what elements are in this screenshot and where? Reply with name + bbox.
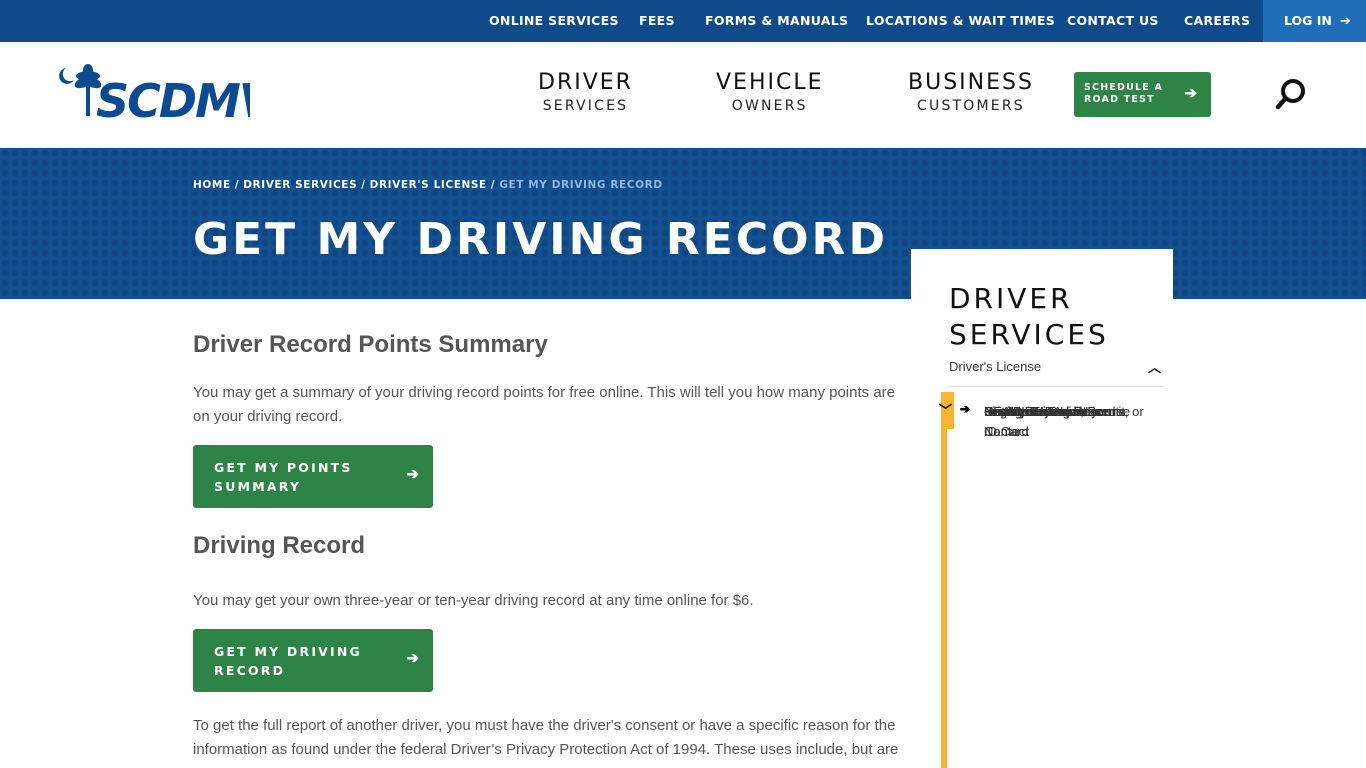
nav-driver-line2: SERVICES	[542, 98, 629, 114]
sidebar-accent-rail	[941, 392, 947, 768]
login-label: LOG IN	[1284, 13, 1332, 28]
login-button[interactable]: LOG IN ➔	[1263, 0, 1366, 42]
arrow-right-icon: ➔	[406, 650, 419, 667]
chevron-up-icon[interactable]: ︿	[1148, 357, 1161, 376]
breadcrumb-driver-services[interactable]: DRIVER SERVICES	[243, 179, 357, 191]
points-summary-text: You may get a summary of your driving re…	[193, 384, 895, 425]
points-button-label: GET MY POINTS SUMMARY	[214, 458, 353, 496]
breadcrumb-current: GET MY DRIVING RECORD	[499, 179, 663, 191]
nav-business-line1: BUSINESS	[908, 70, 1034, 95]
schedule-label: SCHEDULE A ROAD TEST	[1084, 82, 1163, 106]
nav-vehicle-line2: OWNERS	[731, 98, 808, 114]
points-summary-heading: Driver Record Points Summary	[193, 331, 548, 358]
arrow-right-icon: ➔	[406, 466, 419, 483]
get-points-summary-button[interactable]: GET MY POINTS SUMMARY ➔	[193, 445, 433, 508]
search-icon	[1275, 79, 1305, 110]
nav-driver-services[interactable]: DRIVER SERVICES	[538, 70, 633, 115]
topnav-forms-manuals[interactable]: FORMS & MANUALS	[705, 0, 848, 42]
sidebar-parent-label: Driver's License	[949, 359, 1042, 374]
search-button[interactable]	[1273, 76, 1309, 112]
driver-services-sidebar: DRIVER SERVICES Driver's License ︿ ➔ Beg…	[911, 249, 1173, 768]
nav-vehicle-owners[interactable]: VEHICLE OWNERS	[716, 70, 824, 115]
schedule-label-line2: ROAD TEST	[1084, 94, 1155, 105]
record-button-line1: GET MY DRIVING	[214, 644, 363, 659]
nav-vehicle-line1: VEHICLE	[716, 70, 824, 95]
schedule-road-test-button[interactable]: SCHEDULE A ROAD TEST ➔	[1074, 72, 1211, 117]
nav-driver-line1: DRIVER	[538, 70, 633, 95]
breadcrumb: HOME / DRIVER SERVICES / DRIVER'S LICENSE / GE…	[193, 179, 663, 191]
driving-record-text: You may get your own three-year or ten-y…	[193, 592, 754, 609]
breadcrumb-home[interactable]: HOME	[193, 179, 231, 191]
page-title: GET MY DRIVING RECORD	[193, 214, 888, 265]
nav-business-customers[interactable]: BUSINESS CUSTOMERS	[908, 70, 1034, 115]
get-driving-record-button[interactable]: GET MY DRIVING RECORD ➔	[193, 629, 433, 692]
logo-text: SCDMV	[96, 74, 250, 122]
arrow-right-icon: ➔	[960, 402, 971, 416]
sidebar-title-line2: SERVICES	[949, 318, 1109, 351]
topnav-contact-us[interactable]: CONTACT US	[1067, 0, 1159, 42]
other-driver-text: To get the full report of another driver…	[193, 717, 899, 758]
schedule-label-line1: SCHEDULE A	[1084, 82, 1164, 93]
site-header: SCDMV DRIVER SERVICES VEHICLE OWNERS BUS…	[0, 42, 1366, 148]
topnav-careers[interactable]: CAREERS	[1184, 0, 1250, 42]
topnav-fees[interactable]: FEES	[639, 0, 675, 42]
scdmv-logo[interactable]: SCDMV	[54, 62, 280, 128]
topnav-online-services[interactable]: ONLINE SERVICES	[489, 0, 619, 42]
chevron-down-icon[interactable]: ﹀	[939, 400, 952, 419]
breadcrumb-drivers-license[interactable]: DRIVER'S LICENSE	[370, 179, 487, 191]
sidebar-title: DRIVER SERVICES	[949, 281, 1109, 353]
points-button-line1: GET MY POINTS	[214, 460, 353, 475]
topnav-locations-wait-times[interactable]: LOCATIONS & WAIT TIMES	[866, 0, 1055, 42]
sidebar-title-line1: DRIVER	[949, 282, 1073, 315]
palmetto-logo-icon: SCDMV	[59, 64, 280, 128]
points-button-line2: SUMMARY	[214, 479, 302, 494]
sidebar-item-label: Replace License, Permit, or ID Card	[984, 404, 1144, 439]
nav-business-line2: CUSTOMERS	[917, 98, 1025, 114]
record-button-line2: RECORD	[214, 663, 286, 678]
driving-record-heading: Driving Record	[193, 532, 366, 559]
record-button-label: GET MY DRIVING RECORD	[214, 642, 362, 680]
arrow-right-icon: ➔	[1339, 14, 1351, 29]
arrow-right-icon: ➔	[1184, 85, 1197, 102]
sidebar-parent-drivers-license[interactable]: Driver's License ︿	[949, 359, 1163, 387]
utility-bar: ONLINE SERVICES FEES FORMS & MANUALS LOC…	[0, 0, 1366, 42]
